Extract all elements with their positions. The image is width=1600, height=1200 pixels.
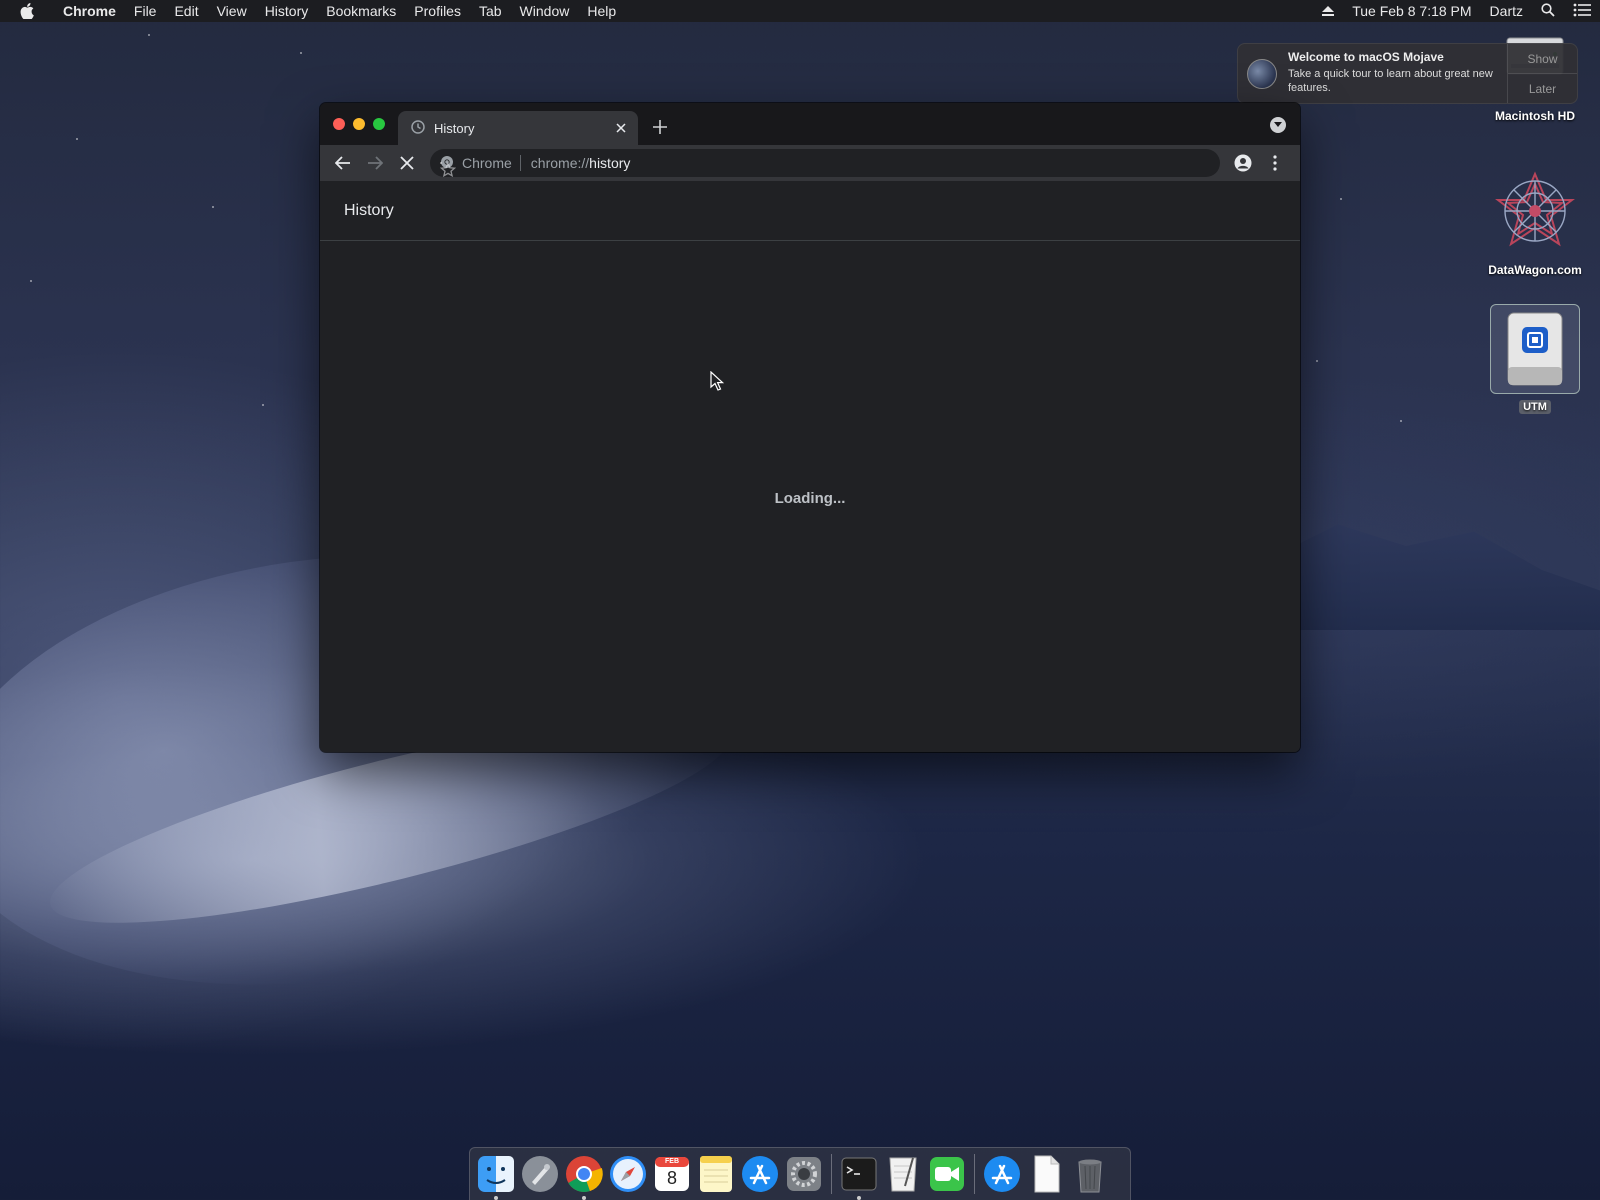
spotlight-icon[interactable]: [1532, 2, 1564, 20]
dock-document-icon[interactable]: [1026, 1154, 1066, 1194]
dock-launchpad-icon[interactable]: [520, 1154, 560, 1194]
datawagon-logo-icon: [1494, 170, 1576, 257]
desktop-icon-label: DataWagon.com: [1488, 263, 1582, 277]
tab-title: History: [434, 120, 475, 136]
utm-drive-icon: [1490, 304, 1580, 394]
omnibox-url-scheme: chrome://: [530, 155, 590, 171]
window-close-button[interactable]: [333, 118, 345, 130]
window-zoom-button[interactable]: [373, 118, 385, 130]
omnibox-url[interactable]: chrome://history: [531, 155, 631, 171]
dock-terminal-icon[interactable]: [839, 1154, 879, 1200]
tab-strip: History: [320, 103, 1300, 145]
menu-help[interactable]: Help: [578, 0, 625, 22]
dock-notes-icon[interactable]: [696, 1154, 736, 1194]
notification-show-button[interactable]: Show: [1508, 44, 1577, 73]
menu-icon[interactable]: [1260, 148, 1290, 178]
menu-bar: Chrome File Edit View History Bookmarks …: [0, 0, 1600, 22]
tab-search-icon[interactable]: [1270, 117, 1286, 133]
desktop-icon-label: UTM: [1519, 400, 1551, 414]
menu-clock[interactable]: Tue Feb 8 7:18 PM: [1343, 3, 1480, 19]
dock-separator: [974, 1154, 975, 1194]
dock-chrome-icon[interactable]: [564, 1154, 604, 1200]
forward-icon[interactable]: [360, 148, 390, 178]
macos-mojave-icon: [1238, 44, 1286, 103]
dock-facetime-icon[interactable]: [927, 1154, 967, 1194]
menu-profiles[interactable]: Profiles: [405, 0, 470, 22]
chrome-window: History Chrome chrome://history History …: [320, 103, 1300, 752]
desktop-icon-utm[interactable]: UTM: [1475, 304, 1595, 414]
menu-user[interactable]: Dartz: [1481, 3, 1532, 19]
history-icon: [410, 119, 426, 138]
menu-edit[interactable]: Edit: [165, 0, 207, 22]
notification-later-button[interactable]: Later: [1508, 73, 1577, 103]
eject-icon[interactable]: [1313, 3, 1343, 19]
omnibox-chip-label: Chrome: [462, 155, 512, 171]
menu-app-name[interactable]: Chrome: [54, 0, 125, 22]
omnibox-url-path: history: [589, 155, 631, 171]
window-minimize-button[interactable]: [353, 118, 365, 130]
menu-tab[interactable]: Tab: [470, 0, 511, 22]
dock-calendar-icon[interactable]: FEB 8: [652, 1154, 692, 1194]
dock-textedit-icon[interactable]: [883, 1154, 923, 1194]
dock-safari-icon[interactable]: [608, 1154, 648, 1194]
menu-view[interactable]: View: [208, 0, 256, 22]
page-title: History: [344, 201, 394, 219]
history-page-header: History: [320, 181, 1300, 241]
loading-status: Loading...: [774, 490, 846, 507]
dock-trash-icon[interactable]: [1070, 1154, 1110, 1194]
dock: FEB 8: [469, 1147, 1131, 1200]
back-icon[interactable]: [328, 148, 358, 178]
dock-system-preferences-icon[interactable]: [784, 1154, 824, 1194]
browser-toolbar: Chrome chrome://history: [320, 145, 1300, 181]
dock-separator: [831, 1154, 832, 1194]
new-tab-button[interactable]: [648, 115, 672, 139]
menu-bookmarks[interactable]: Bookmarks: [317, 0, 405, 22]
desktop-icon-label: Macintosh HD: [1494, 109, 1575, 123]
profile-icon[interactable]: [1228, 148, 1258, 178]
apple-icon[interactable]: [0, 3, 54, 19]
bookmark-star-icon[interactable]: [439, 161, 457, 178]
notification-title: Welcome to macOS Mojave: [1288, 50, 1444, 64]
dock-downloads-icon[interactable]: [982, 1154, 1022, 1194]
omnibox[interactable]: Chrome chrome://history: [430, 149, 1220, 178]
menu-window[interactable]: Window: [511, 0, 579, 22]
calendar-month: FEB: [665, 1158, 679, 1165]
dock-finder-icon[interactable]: [476, 1154, 516, 1200]
notification-message: Take a quick tour to learn about great n…: [1288, 68, 1493, 94]
calendar-day: 8: [666, 1168, 677, 1188]
desktop-icon-datawagon[interactable]: DataWagon.com: [1475, 170, 1595, 277]
dock-app-store-icon[interactable]: [740, 1154, 780, 1194]
menu-history[interactable]: History: [256, 0, 318, 22]
notification-banner[interactable]: Welcome to macOS Mojave Take a quick tou…: [1237, 43, 1578, 104]
mouse-cursor-icon: [710, 370, 725, 396]
tab-history[interactable]: History: [398, 111, 638, 145]
tab-close-icon[interactable]: [616, 121, 626, 136]
stop-icon[interactable]: [392, 148, 422, 178]
history-page-content: Loading...: [320, 241, 1300, 752]
notification-center-icon[interactable]: [1564, 3, 1600, 20]
menu-file[interactable]: File: [125, 0, 166, 22]
